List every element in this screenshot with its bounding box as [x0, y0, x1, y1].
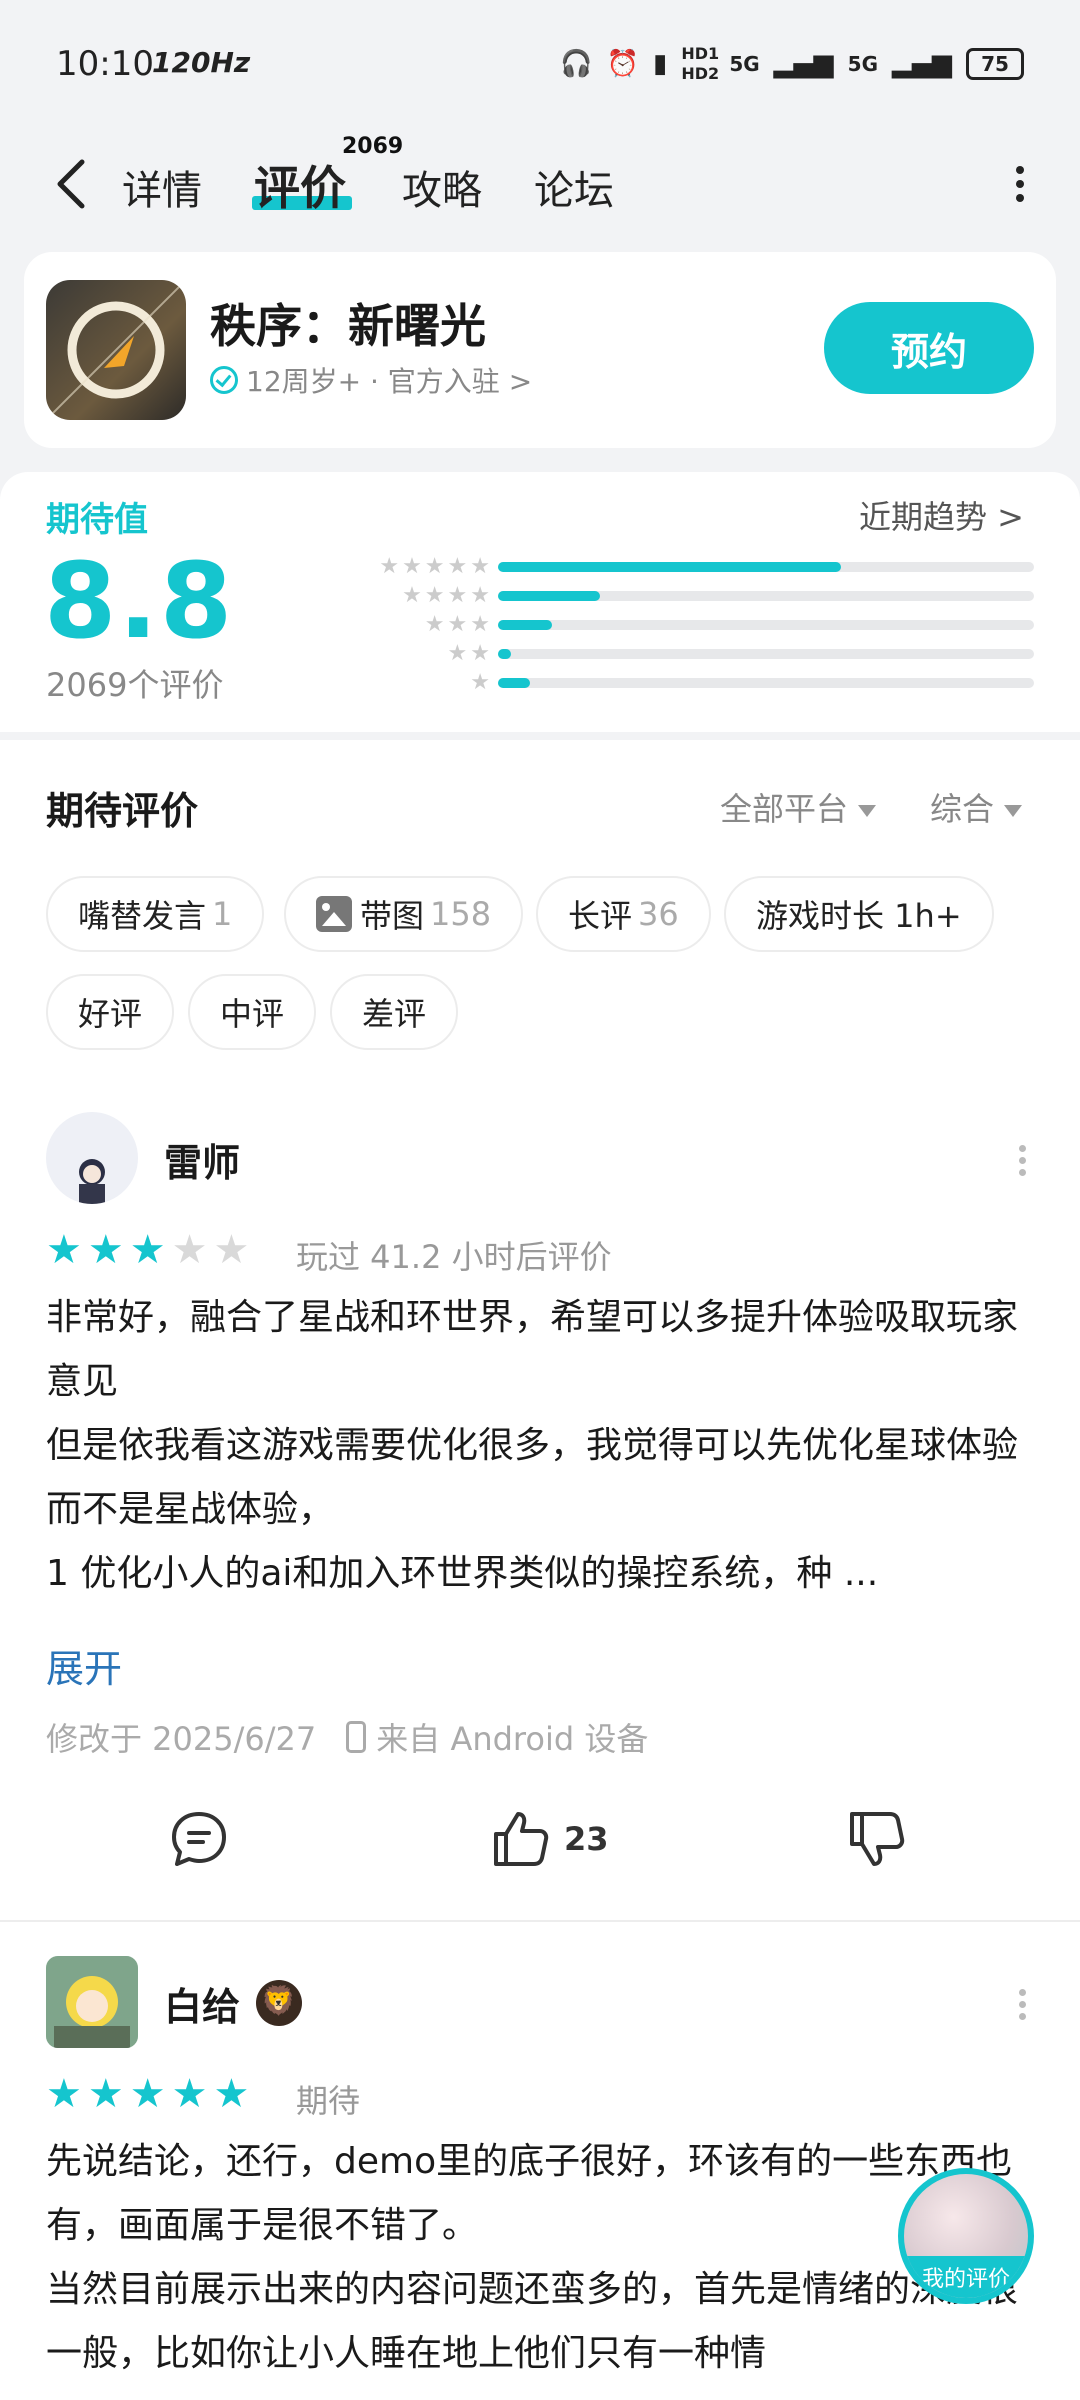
rating-bar-3: [498, 619, 552, 630]
review-device: 来自 Android 设备: [376, 1720, 649, 1758]
expand-link[interactable]: 展开: [46, 1638, 122, 1693]
headphones-icon: 🎧: [560, 49, 593, 79]
comment-icon: [172, 1812, 226, 1866]
like-button[interactable]: 23: [490, 1808, 609, 1870]
divider: [0, 1920, 1080, 1922]
rating-bar-2: [498, 648, 512, 659]
app-card[interactable]: 秩序：新曙光 12周岁+ · 官方入驻 > 预约: [24, 252, 1056, 448]
sort-filter[interactable]: 综合: [930, 784, 1023, 830]
signal-5g-icon: 5G: [729, 52, 760, 76]
platform-filter[interactable]: 全部平台: [720, 784, 877, 830]
tab-forum[interactable]: 论坛: [534, 158, 614, 216]
chip-mouthpiece[interactable]: 嘴替发言 1: [46, 876, 265, 952]
review-paragraph: 先说结论，还行，demo里的底子很好，环该有的一些东西也有，画面属于是很不错了。: [46, 2141, 1013, 2246]
rating-summary: 期待值 8.8 2069个评价 近期趋势 > ★ ★ ★ ★ ★ ★ ★ ★ ★ ★ ★ ★ ★ ★…: [0, 472, 1080, 732]
rating-score: 8.8: [44, 540, 235, 662]
review-meta: 修改于 2025/6/27 来自 Android 设备: [46, 1714, 648, 1760]
alarm-icon: ⏰: [606, 49, 639, 79]
image-icon: [316, 896, 352, 932]
four-star-row: ★ ★ ★ ★: [402, 582, 490, 608]
dropdown-icon: [1004, 805, 1023, 817]
tab-details[interactable]: 详情: [122, 158, 202, 216]
tab-reviews[interactable]: 评价: [254, 152, 346, 218]
signal-5g-icon-2: 5G: [847, 52, 878, 76]
refresh-rate: 120Hz: [152, 46, 251, 79]
signal-bars-icon: ▂▄▆: [773, 49, 834, 79]
rating-distribution-bars: [498, 552, 1034, 697]
chip-with-images[interactable]: 带图 158: [284, 876, 524, 952]
back-arrow-icon[interactable]: [48, 154, 98, 214]
lion-badge-icon: [256, 1980, 302, 2026]
my-review-button[interactable]: 我的评价: [898, 2168, 1034, 2304]
review-paragraph: 当然目前展示出来的内容问题还蛮多的，首先是情绪的深度很一般，比如你让小人睡在地上…: [46, 2269, 1019, 2374]
app-meta[interactable]: 12周岁+ · 官方入驻 >: [210, 360, 532, 400]
chip-long-review[interactable]: 长评 36: [536, 876, 711, 952]
chip-positive[interactable]: 好评: [46, 974, 175, 1050]
rating-count: 2069个评价: [46, 666, 224, 704]
app-icon: [46, 280, 186, 420]
review-actions: 23: [0, 1808, 1080, 1888]
five-star-row: ★ ★ ★ ★ ★: [379, 553, 490, 579]
review-stars: ★ ★ ★ ★ ★: [46, 1227, 250, 1273]
avatar-2[interactable]: [46, 1956, 138, 2048]
review-username[interactable]: 雷师: [164, 1132, 240, 1187]
rating-bar-4: [498, 590, 600, 601]
signal-bars-icon-2: ▂▄▆: [892, 49, 952, 79]
thumbs-down-icon: [850, 1812, 905, 1866]
battery-icon: 75: [966, 48, 1024, 80]
review-modified-date: 修改于 2025/6/27: [46, 1720, 317, 1758]
review-paragraph: 1 优化小人的ai和加入环世界类似的操控系统，种 ...: [46, 1553, 879, 1594]
rating-bar-5: [498, 561, 842, 572]
review-paragraph: 但是依我看这游戏需要优化很多，我觉得可以先优化星球体验而不是星战体验，: [46, 1425, 1019, 1530]
platform-filter-label: 全部平台: [720, 790, 849, 828]
review-note-2: 期待: [296, 2082, 361, 2120]
review-body[interactable]: 非常好，融合了星战和环世界，希望可以多提升体验吸取玩家意见 但是依我看这游戏需要…: [46, 1286, 1036, 1606]
avatar[interactable]: [46, 1112, 138, 1204]
phone-icon: [346, 1721, 367, 1753]
more-vertical-icon[interactable]: [1010, 160, 1030, 210]
status-bar: 10:10 120Hz 🎧 ⏰ ▮ HD1 HD2 5G ▂▄▆ 5G ▂▄▆ …: [0, 0, 1080, 120]
status-time: 10:10: [56, 44, 154, 84]
vibrate-icon: ▮: [653, 49, 668, 79]
my-review-label: 我的评价: [904, 2256, 1028, 2298]
review-paragraph: 非常好，融合了星战和环世界，希望可以多提升体验吸取玩家意见: [46, 1297, 1019, 1402]
chip-playtime[interactable]: 游戏时长 1h+: [724, 876, 994, 952]
review-more-icon[interactable]: [1016, 1140, 1028, 1180]
app-name: 秩序：新曙光: [210, 299, 486, 353]
tab-guides[interactable]: 攻略: [402, 158, 482, 216]
three-star-row: ★ ★ ★: [424, 611, 490, 637]
rating-label: 期待值: [46, 500, 148, 540]
sort-filter-label: 综合: [930, 790, 995, 828]
reviews-section: 期待评价 全部平台 综合 嘴替发言 1 带图 158 长评 36 游戏时长 1h+ 好…: [0, 740, 1080, 2400]
one-star-row: ★: [470, 669, 490, 695]
reviews-title: 期待评价: [46, 789, 199, 833]
comment-button[interactable]: [168, 1808, 230, 1870]
review-more-icon-2[interactable]: [1016, 1984, 1028, 2024]
verified-icon: [210, 366, 238, 394]
review-stars-2: ★ ★ ★ ★ ★: [46, 2071, 250, 2117]
recent-trend-link[interactable]: 近期趋势 >: [859, 492, 1024, 538]
reserve-button[interactable]: 预约: [824, 302, 1034, 394]
hd-icon: HD1 HD2: [681, 44, 720, 83]
thumbs-up-icon: [494, 1812, 549, 1866]
app-meta-text: 12周岁+ · 官方入驻 >: [246, 365, 533, 398]
review-body-2[interactable]: 先说结论，还行，demo里的底子很好，环该有的一些东西也有，画面属于是很不错了。…: [46, 2130, 1036, 2386]
dropdown-icon: [858, 805, 877, 817]
chip-neutral[interactable]: 中评: [188, 974, 317, 1050]
review-username-2[interactable]: 白给: [164, 1976, 240, 2031]
top-nav: 详情 评价 2069 攻略 论坛: [0, 130, 1080, 240]
review-playtime-note: 玩过 41.2 小时后评价: [296, 1238, 612, 1276]
status-icons: 🎧 ⏰ ▮ HD1 HD2 5G ▂▄▆ 5G ▂▄▆ 75: [560, 44, 1024, 84]
chip-negative[interactable]: 差评: [330, 974, 459, 1050]
tab-reviews-count: 2069: [342, 134, 404, 159]
two-star-row: ★ ★: [447, 640, 490, 666]
dislike-button[interactable]: [846, 1808, 908, 1870]
like-count: 23: [564, 1820, 609, 1858]
rating-bar-1: [498, 677, 531, 688]
star-levels: ★ ★ ★ ★ ★ ★ ★ ★ ★ ★ ★ ★ ★ ★ ★: [340, 552, 490, 697]
